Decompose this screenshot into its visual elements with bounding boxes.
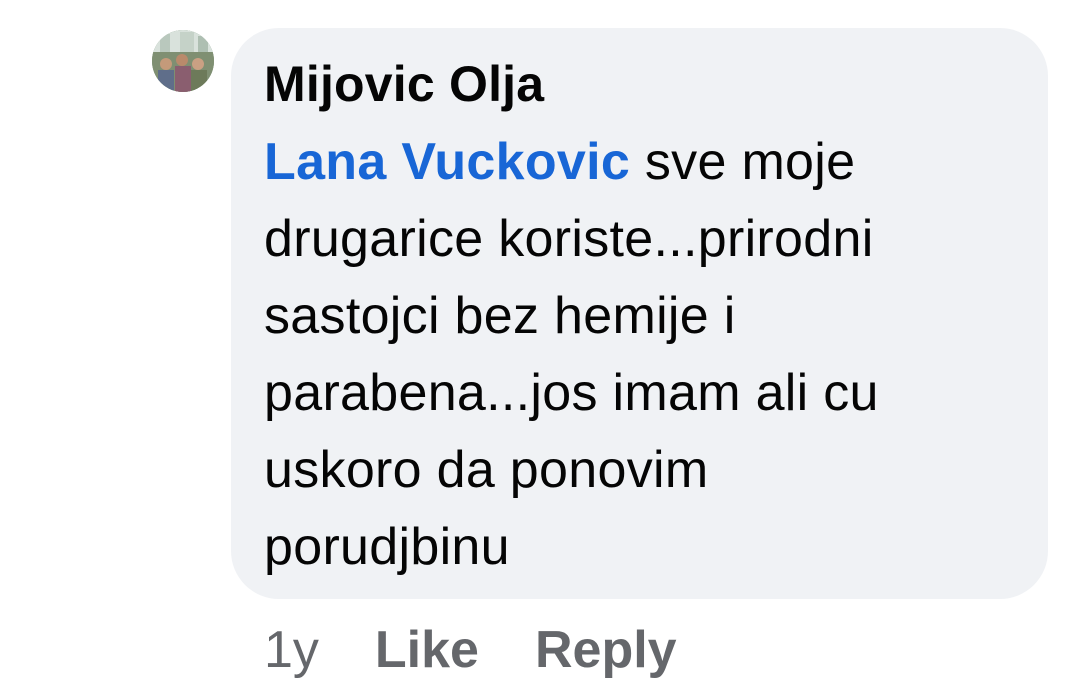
comment-text: Lana Vuckovic sve moje drugarice koriste… [264, 124, 1024, 586]
comment-actions: 1y Like Reply [264, 618, 677, 682]
reply-button[interactable]: Reply [535, 620, 677, 680]
comment-line-1-text: sve moje [630, 133, 856, 191]
comment-line-1: Lana Vuckovic sve moje [264, 124, 1024, 201]
comment-timestamp[interactable]: 1y [264, 620, 319, 680]
avatar-photo [152, 30, 214, 92]
comment-line-6: porudjbinu [264, 518, 510, 576]
comment-line-5: uskoro da ponovim [264, 441, 709, 499]
comment-line-4: parabena...jos imam ali cu [264, 364, 879, 422]
like-button[interactable]: Like [375, 620, 479, 680]
author-avatar[interactable] [152, 30, 214, 92]
comment-line-3: sastojci bez hemije i [264, 287, 736, 345]
comment-author-name[interactable]: Mijovic Olja [264, 54, 544, 114]
mention-link[interactable]: Lana Vuckovic [264, 133, 630, 191]
comment-line-2: drugarice koriste...prirodni [264, 210, 874, 268]
